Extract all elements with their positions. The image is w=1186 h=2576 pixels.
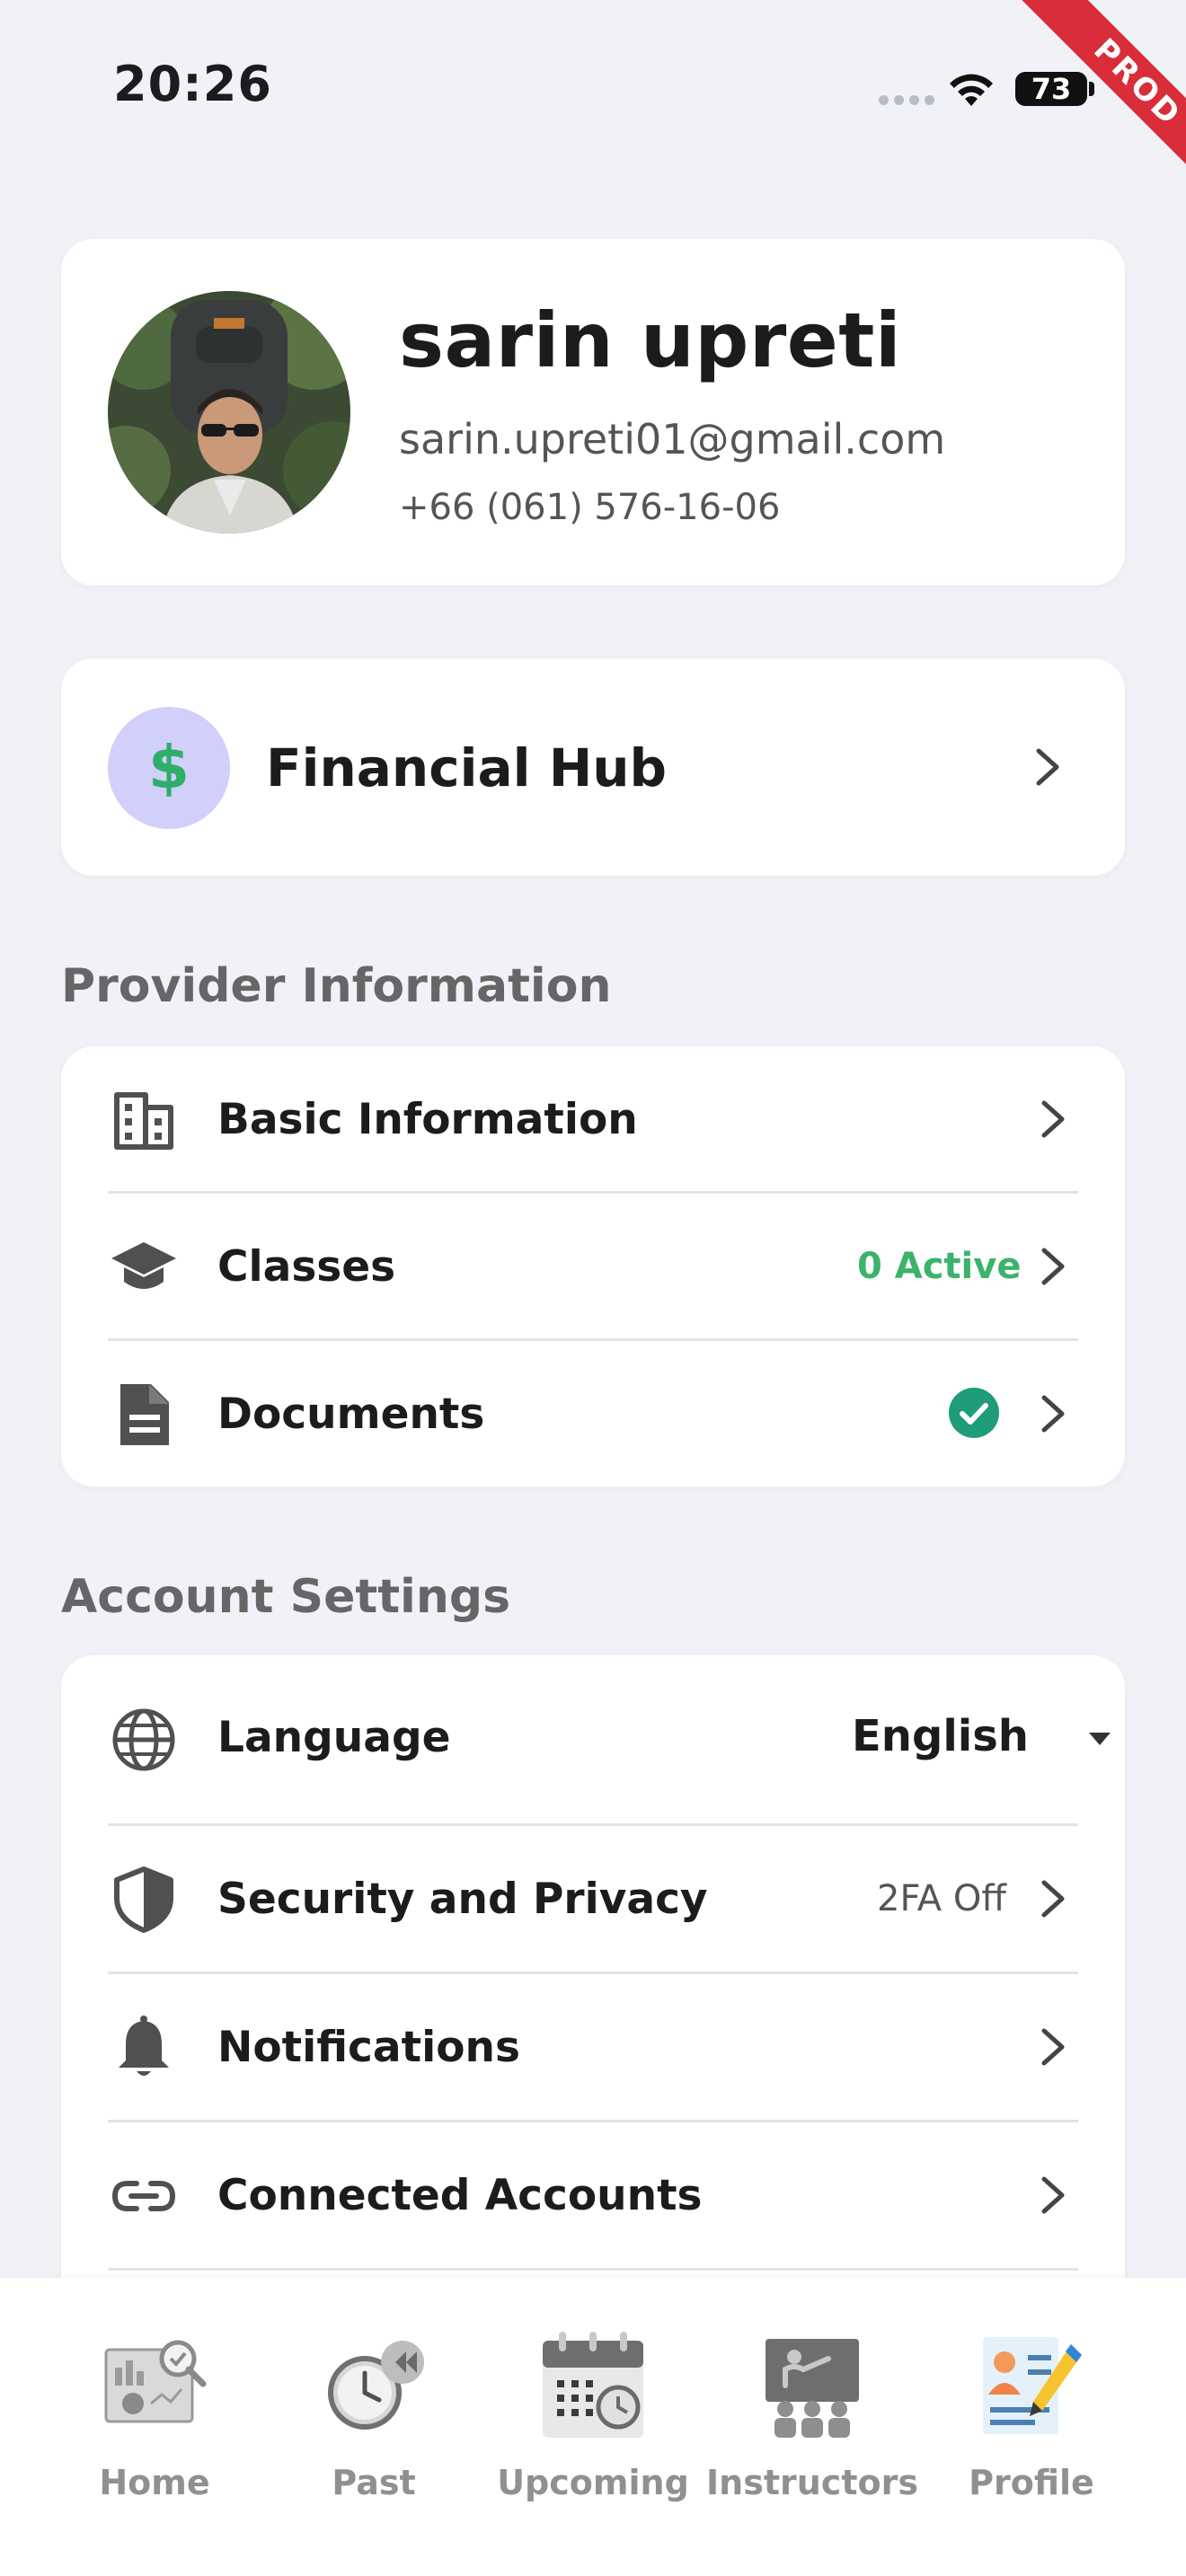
menu-item-label: Basic Information	[217, 1095, 638, 1144]
chevron-right-icon	[1035, 1877, 1071, 1920]
bell-icon	[110, 2014, 178, 2082]
two-factor-status: 2FA Off	[877, 1878, 1006, 1919]
nav-tab-label: Past	[332, 2463, 416, 2502]
cellular-signal-icon	[879, 95, 934, 105]
profile-edit-icon	[978, 2332, 1085, 2439]
shield-icon	[110, 1866, 178, 1934]
chevron-right-icon	[1035, 1392, 1071, 1435]
account-section-title: Account Settings	[61, 1570, 511, 1624]
calendar-icon	[539, 2332, 647, 2439]
environment-ribbon-label: PROD	[1013, 0, 1186, 207]
menu-item-label: Connected Accounts	[217, 2171, 703, 2220]
chevron-right-icon	[1035, 1245, 1071, 1288]
avatar[interactable]	[108, 291, 350, 534]
dropdown-arrow-icon[interactable]	[1087, 1731, 1112, 1747]
provider-section-title: Provider Information	[61, 959, 612, 1013]
profile-card[interactable]: sarin upreti sarin.upreti01@gmail.com +6…	[61, 239, 1125, 586]
menu-item-security-privacy[interactable]: Security and Privacy 2FA Off	[61, 1826, 1125, 1972]
menu-item-documents[interactable]: Documents	[61, 1341, 1125, 1486]
chevron-right-icon	[1035, 1098, 1071, 1141]
document-icon	[110, 1381, 178, 1449]
building-icon	[110, 1086, 178, 1154]
menu-item-notifications[interactable]: Notifications	[61, 1974, 1125, 2121]
nav-tab-label: Instructors	[706, 2463, 918, 2502]
graduation-cap-icon	[110, 1233, 178, 1301]
menu-item-label: Language	[217, 1713, 451, 1762]
verified-check-icon	[949, 1388, 999, 1438]
provider-info-card: Basic Information Classes 0 Active Docum…	[61, 1046, 1125, 1486]
chevron-right-icon	[1035, 2174, 1071, 2217]
classroom-board-icon	[758, 2332, 866, 2439]
language-select[interactable]: English	[852, 1711, 1029, 1761]
profile-name: sarin upreti	[399, 296, 902, 384]
nav-tab-instructors[interactable]: Instructors	[704, 2278, 920, 2576]
chevron-right-icon	[1030, 745, 1066, 789]
bottom-navigation: Home Past Upcoming Instructors Profile	[0, 2278, 1186, 2576]
menu-item-basic-information[interactable]: Basic Information	[61, 1046, 1125, 1193]
profile-email: sarin.upreti01@gmail.com	[399, 415, 946, 463]
nav-tab-label: Home	[99, 2463, 210, 2502]
nav-tab-upcoming[interactable]: Upcoming	[485, 2278, 701, 2576]
nav-tab-home[interactable]: Home	[47, 2278, 262, 2576]
status-time: 20:26	[113, 56, 272, 112]
menu-item-label: Classes	[217, 1242, 396, 1292]
financial-hub-button[interactable]: $ Financial Hub	[61, 658, 1125, 876]
profile-phone: +66 (061) 576-16-06	[399, 487, 781, 528]
menu-item-language[interactable]: Language English	[61, 1655, 1125, 1824]
globe-icon	[110, 1706, 178, 1774]
menu-item-classes[interactable]: Classes 0 Active	[61, 1194, 1125, 1340]
history-clock-icon	[320, 2332, 428, 2439]
financial-hub-label: Financial Hub	[266, 737, 668, 798]
menu-item-label: Notifications	[217, 2023, 520, 2072]
menu-item-connected-accounts[interactable]: Connected Accounts	[61, 2122, 1125, 2269]
nav-tab-past[interactable]: Past	[266, 2278, 482, 2576]
classes-count-badge: 0 Active	[857, 1246, 1022, 1287]
chevron-right-icon	[1035, 2025, 1071, 2069]
divider	[108, 2268, 1078, 2271]
environment-ribbon: PROD	[970, 0, 1186, 216]
dashboard-icon	[101, 2332, 208, 2439]
dollar-icon: $	[108, 707, 230, 829]
nav-tab-label: Upcoming	[497, 2463, 689, 2502]
nav-tab-label: Profile	[969, 2463, 1094, 2502]
link-icon	[110, 2162, 178, 2230]
nav-tab-profile[interactable]: Profile	[924, 2278, 1139, 2576]
menu-item-label: Security and Privacy	[217, 1875, 708, 1924]
menu-item-label: Documents	[217, 1389, 485, 1439]
